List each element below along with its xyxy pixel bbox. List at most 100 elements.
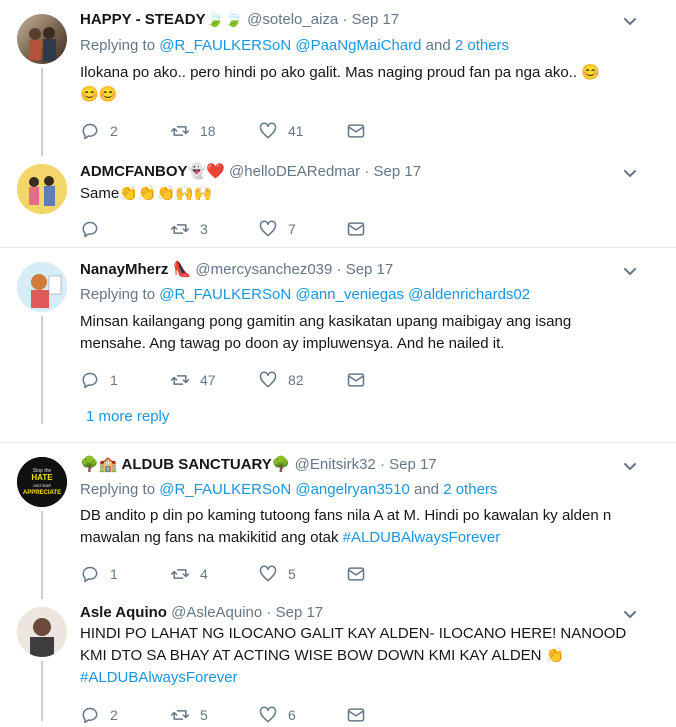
reply-button[interactable]: 1 <box>80 564 118 584</box>
tweet-header: NanayMherz 👠 @mercysanchez039 · Sep 17 <box>80 260 393 280</box>
heart-icon <box>259 122 277 139</box>
replying-to-label: Replying to <box>80 37 156 54</box>
separator-dot: · <box>364 163 370 180</box>
display-name[interactable]: Asle Aquino <box>80 604 167 621</box>
tweet-actions: 2 5 6 <box>80 705 380 727</box>
reply-button[interactable]: 1 <box>80 370 118 390</box>
tweet-text-line: KMI DTO SA BHAY AT ACTING WISE BOW DOWN … <box>80 647 542 664</box>
thread-line <box>41 511 43 593</box>
retweet-icon <box>170 224 190 234</box>
message-button[interactable] <box>346 121 366 141</box>
message-button[interactable] <box>346 219 366 239</box>
tweet-3: NanayMherz 👠 @mercysanchez039 · Sep 17 R… <box>0 248 676 442</box>
message-button[interactable] <box>346 564 366 584</box>
separator-dot: · <box>336 261 342 278</box>
tweet-text-line: HINDI PO LAHAT NG ILOCANO GALIT KAY ALDE… <box>80 625 627 642</box>
tweet-text: Same👏👏👏🙌🙌 <box>80 183 640 205</box>
display-name[interactable]: ADMCFANBOY <box>80 163 188 180</box>
reply-mention[interactable]: @R_FAULKERSoN <box>159 286 291 303</box>
envelope-icon <box>347 708 365 722</box>
reply-mention[interactable]: @PaaNgMaiChard <box>295 37 421 54</box>
like-button[interactable]: 6 <box>258 705 296 725</box>
envelope-icon <box>347 567 365 581</box>
display-name[interactable]: NanayMherz <box>80 261 168 278</box>
handle[interactable]: @mercysanchez039 <box>195 261 332 278</box>
like-button[interactable]: 82 <box>258 370 304 390</box>
tweet-text-line: DB andito p din po kaming tutoong fans n… <box>80 507 612 524</box>
retweet-count: 3 <box>200 221 208 237</box>
retweet-button[interactable]: 4 <box>170 564 208 584</box>
avatar-image: Stop the HATE and start APPRECIATE <box>17 457 67 507</box>
reply-icon <box>82 707 98 724</box>
thread-line <box>41 593 43 599</box>
avatar[interactable]: Stop the HATE and start APPRECIATE <box>17 457 67 507</box>
reply-others[interactable]: 2 others <box>443 481 497 498</box>
replying-to: Replying to @R_FAULKERSoN @angelryan3510… <box>80 480 497 500</box>
reply-button[interactable]: 2 <box>80 121 118 141</box>
avatar[interactable] <box>17 607 67 657</box>
chevron-down-icon[interactable] <box>622 459 638 475</box>
chevron-down-icon[interactable] <box>622 264 638 280</box>
chevron-down-icon[interactable] <box>622 607 638 623</box>
display-name[interactable]: ALDUB SANCTUARY <box>122 456 272 473</box>
reply-icon <box>82 372 98 389</box>
replying-to: Replying to @R_FAULKERSoN @ann_veniegas … <box>80 285 530 305</box>
name-emojis: 🌳 <box>271 456 291 473</box>
message-button[interactable] <box>346 705 366 725</box>
like-count: 41 <box>288 123 304 139</box>
avatar[interactable] <box>17 164 67 214</box>
reply-button[interactable] <box>80 219 110 239</box>
retweet-button[interactable]: 3 <box>170 219 208 239</box>
name-emojis: 👠 <box>172 261 192 278</box>
chevron-down-icon[interactable] <box>622 166 638 182</box>
tweet-date[interactable]: Sep 17 <box>389 456 437 473</box>
retweet-icon <box>170 569 190 579</box>
tweet-text-line: Same <box>80 185 120 202</box>
chevron-down-icon[interactable] <box>622 14 638 30</box>
retweet-button[interactable]: 5 <box>170 705 208 725</box>
reply-icon <box>82 123 98 140</box>
thread-line <box>41 661 43 721</box>
handle[interactable]: @helloDEARedmar <box>229 163 360 180</box>
emoji-clap: 👏 <box>545 647 565 664</box>
handle[interactable]: @Enitsirk32 <box>295 456 376 473</box>
hashtag-link[interactable]: #ALDUBAlwaysForever <box>343 529 501 546</box>
message-button[interactable] <box>346 370 366 390</box>
avatar[interactable] <box>17 262 67 312</box>
tweet-date[interactable]: Sep 17 <box>352 11 400 28</box>
tweet-header: HAPPY - STEADY🍃🍃 @sotelo_aiza · Sep 17 <box>80 10 399 30</box>
reply-and: and <box>414 481 440 498</box>
like-button[interactable]: 41 <box>258 121 304 141</box>
retweet-button[interactable]: 18 <box>170 121 216 141</box>
reply-mention[interactable]: @R_FAULKERSoN <box>159 37 291 54</box>
more-replies-link[interactable]: 1 more reply <box>86 408 169 425</box>
envelope-icon <box>347 222 365 236</box>
heart-icon <box>259 220 277 237</box>
tweet-date[interactable]: Sep 17 <box>346 261 394 278</box>
reply-mention[interactable]: @R_FAULKERSoN <box>159 481 291 498</box>
like-button[interactable]: 5 <box>258 564 296 584</box>
tweet-text: Ilokana po ako.. pero hindi po ako galit… <box>80 62 640 106</box>
heart-icon <box>259 371 277 388</box>
tweet-date[interactable]: Sep 17 <box>276 604 324 621</box>
tweet-text-line: Minsan kailangang pong gamitin ang kasik… <box>80 313 572 330</box>
handle[interactable]: @AsleAquino <box>171 604 262 621</box>
avatar[interactable] <box>17 14 67 64</box>
reply-others[interactable]: 2 others <box>455 37 509 54</box>
separator-dot: · <box>266 604 272 621</box>
retweet-button[interactable]: 47 <box>170 370 216 390</box>
retweet-count: 4 <box>200 566 208 582</box>
like-button[interactable]: 7 <box>258 219 296 239</box>
avatar-photo <box>17 164 67 214</box>
tweet-date[interactable]: Sep 17 <box>374 163 422 180</box>
hashtag-link[interactable]: #ALDUBAlwaysForever <box>80 667 640 689</box>
display-name[interactable]: HAPPY - STEADY <box>80 11 206 28</box>
tweet-actions: 2 18 41 <box>80 121 380 143</box>
reply-button[interactable]: 2 <box>80 705 118 725</box>
reply-mention[interactable]: @angelryan3510 <box>295 481 409 498</box>
reply-mention[interactable]: @aldenrichards02 <box>408 286 530 303</box>
tweet-actions: 1 4 5 <box>80 564 380 586</box>
reply-mention[interactable]: @ann_veniegas <box>295 286 404 303</box>
handle[interactable]: @sotelo_aiza <box>247 11 338 28</box>
thread-line <box>41 316 43 424</box>
